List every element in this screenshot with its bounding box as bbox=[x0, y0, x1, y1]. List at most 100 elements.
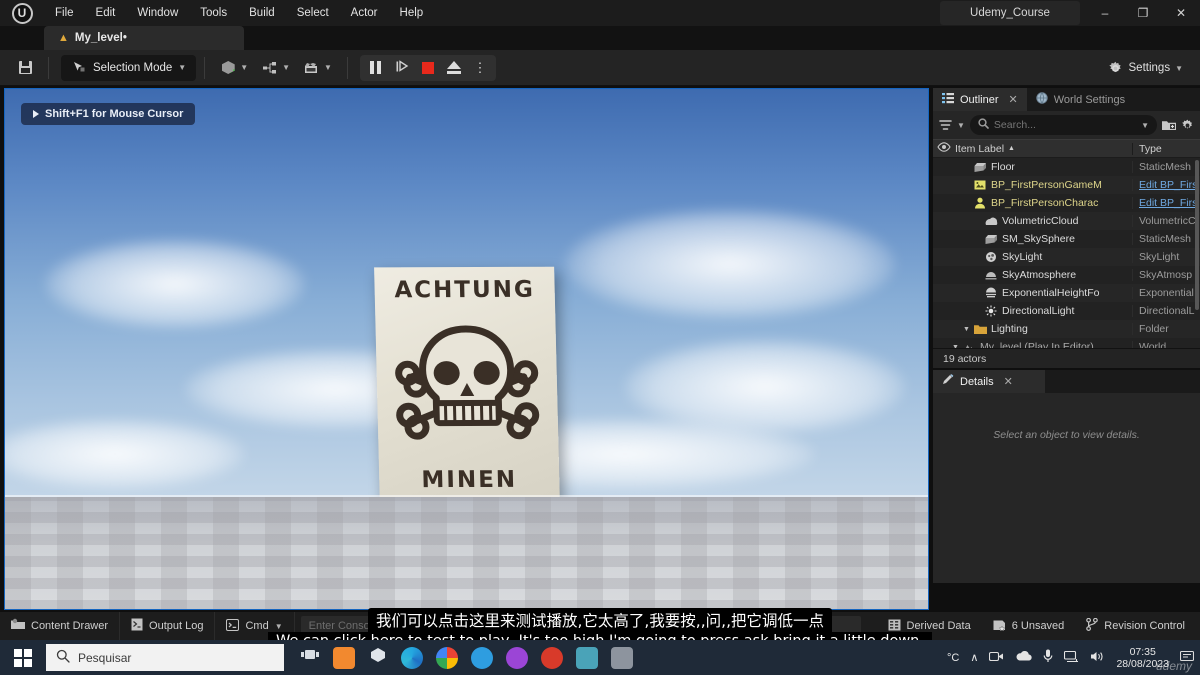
outliner-row-name: SkyAtmosphere bbox=[933, 269, 1132, 281]
more-options-button[interactable]: ⋮ bbox=[468, 57, 492, 79]
volume-icon[interactable] bbox=[1090, 650, 1105, 666]
menu-tools[interactable]: Tools bbox=[189, 3, 238, 23]
tab-world-settings[interactable]: World Settings bbox=[1026, 88, 1135, 111]
stop-button[interactable] bbox=[416, 57, 440, 79]
menu-help[interactable]: Help bbox=[389, 3, 435, 23]
windows-start-icon bbox=[14, 648, 32, 667]
maximize-button[interactable]: ❐ bbox=[1124, 0, 1162, 26]
onedrive-icon[interactable] bbox=[1015, 650, 1033, 665]
frame-step-button[interactable] bbox=[390, 57, 414, 79]
outliner-row[interactable]: SkyAtmosphere SkyAtmosp bbox=[933, 266, 1200, 284]
menu-select[interactable]: Select bbox=[286, 3, 340, 23]
show-hidden-icons-chevron[interactable]: ∧ bbox=[970, 651, 978, 664]
menu-window[interactable]: Window bbox=[126, 3, 189, 23]
task-view-icon[interactable] bbox=[300, 647, 320, 668]
new-folder-icon[interactable] bbox=[1162, 119, 1176, 131]
app-teal-icon[interactable] bbox=[576, 646, 598, 669]
level-tab[interactable]: ▲ My_level• bbox=[44, 26, 244, 50]
outliner-row[interactable]: BP_FirstPersonCharac Edit BP_Firs bbox=[933, 194, 1200, 212]
outliner-row-name: BP_FirstPersonCharac bbox=[933, 197, 1132, 209]
menu-edit[interactable]: Edit bbox=[85, 3, 127, 23]
outliner-row[interactable]: ▼ My_level (Play In Editor) World bbox=[933, 338, 1200, 348]
chevron-down-icon[interactable]: ▼ bbox=[275, 622, 283, 631]
selection-mode-dropdown[interactable]: Selection Mode ▼ bbox=[61, 54, 197, 81]
tab-world-settings-label: World Settings bbox=[1053, 93, 1126, 106]
close-button[interactable]: ✕ bbox=[1162, 0, 1200, 26]
eye-icon[interactable] bbox=[933, 142, 955, 155]
status-bar: Content Drawer Output Log Cmd ▼ Enter Co… bbox=[0, 612, 1200, 640]
chrome-icon[interactable] bbox=[436, 646, 458, 669]
minimize-button[interactable]: – bbox=[1086, 0, 1124, 26]
save-button[interactable] bbox=[10, 55, 40, 81]
menu-actor[interactable]: Actor bbox=[340, 3, 389, 23]
camera-icon[interactable] bbox=[989, 650, 1004, 666]
chevron-down-icon[interactable]: ▼ bbox=[957, 121, 965, 130]
outliner-edit-blueprint-link[interactable]: Edit BP_Firs bbox=[1132, 179, 1200, 191]
app-gray-icon[interactable] bbox=[611, 646, 633, 669]
main-toolbar: Selection Mode ▼ + ▼ ▼ ▼ ⋮ Settings ▼ bbox=[0, 50, 1200, 86]
eject-button[interactable] bbox=[442, 57, 466, 79]
outliner-row-label: Floor bbox=[991, 161, 1015, 173]
menu-file[interactable]: File bbox=[44, 3, 85, 23]
cinematics-button[interactable]: ▼ bbox=[297, 55, 339, 81]
blueprints-icon bbox=[262, 60, 278, 76]
menu-build[interactable]: Build bbox=[238, 3, 286, 23]
outliner-row[interactable]: Floor StaticMesh bbox=[933, 158, 1200, 176]
outliner-scrollbar[interactable] bbox=[1195, 160, 1199, 310]
console-command-placeholder: Enter Console Command bbox=[308, 620, 433, 632]
network-icon[interactable] bbox=[1064, 650, 1079, 666]
source-control-icon bbox=[1086, 617, 1099, 634]
app-blue-icon[interactable] bbox=[368, 645, 388, 670]
search-icon bbox=[978, 116, 989, 134]
chevron-down-icon[interactable]: ▼ bbox=[1141, 121, 1149, 130]
pause-icon bbox=[370, 61, 382, 74]
tab-outliner[interactable]: Outliner ✕ bbox=[933, 88, 1027, 111]
weather-temperature[interactable]: °C bbox=[947, 652, 959, 664]
outliner-row[interactable]: VolumetricCloud VolumetricC bbox=[933, 212, 1200, 230]
cmd-button[interactable]: Cmd ▼ bbox=[215, 612, 295, 640]
window-controls: – ❐ ✕ bbox=[1086, 0, 1200, 26]
console-command-input[interactable]: Enter Console Command bbox=[300, 616, 861, 636]
level-icon: ▲ bbox=[58, 32, 69, 44]
outliner-row[interactable]: DirectionalLight DirectionalL bbox=[933, 302, 1200, 320]
checkered-floor bbox=[5, 497, 928, 609]
start-button[interactable] bbox=[0, 640, 46, 675]
settings-button[interactable]: Settings ▼ bbox=[1099, 55, 1192, 81]
column-type[interactable]: Type bbox=[1132, 142, 1200, 155]
close-icon[interactable]: ✕ bbox=[1004, 375, 1013, 388]
close-icon[interactable]: ✕ bbox=[1009, 93, 1018, 106]
expander-icon[interactable]: ▼ bbox=[963, 326, 971, 333]
outliner-row[interactable]: BP_FirstPersonGameM Edit BP_Firs bbox=[933, 176, 1200, 194]
outliner-row-name: DirectionalLight bbox=[933, 305, 1132, 317]
content-drawer-button[interactable]: Content Drawer bbox=[0, 612, 121, 640]
column-item-label[interactable]: Item Label ▲ bbox=[955, 143, 1132, 155]
expander-icon[interactable]: ▼ bbox=[952, 344, 960, 349]
pause-button[interactable] bbox=[364, 57, 388, 79]
level-viewport[interactable]: ACHTUNG MINEN Shift+F1 for Mouse Cursor bbox=[4, 88, 929, 610]
app-red-icon[interactable] bbox=[541, 646, 563, 669]
edge-icon[interactable] bbox=[401, 646, 423, 669]
tab-details[interactable]: Details ✕ bbox=[933, 370, 1045, 393]
search-input[interactable]: Search... ▼ bbox=[969, 115, 1157, 135]
derived-data-button[interactable]: Derived Data bbox=[877, 612, 982, 640]
add-actor-button[interactable]: + ▼ bbox=[213, 55, 255, 81]
app-purple-icon[interactable] bbox=[506, 646, 528, 669]
revision-control-button[interactable]: Revision Control bbox=[1075, 612, 1196, 640]
microphone-icon[interactable] bbox=[1043, 649, 1053, 666]
output-log-button[interactable]: Output Log bbox=[120, 612, 216, 640]
app-orange-icon[interactable] bbox=[333, 646, 355, 669]
outliner-row[interactable]: ▼ Lighting Folder bbox=[933, 320, 1200, 338]
outliner-panel: ▼ Search... ▼ Item Label ▲ Type Floor St… bbox=[933, 111, 1200, 368]
outliner-row[interactable]: SM_SkySphere StaticMesh bbox=[933, 230, 1200, 248]
filter-icon[interactable] bbox=[939, 119, 952, 132]
outliner-row[interactable]: ExponentialHeightFo Exponential bbox=[933, 284, 1200, 302]
outliner-edit-blueprint-link[interactable]: Edit BP_Firs bbox=[1132, 197, 1200, 209]
app-cyan-icon[interactable] bbox=[471, 646, 493, 669]
unsaved-button[interactable]: 6 Unsaved bbox=[982, 612, 1076, 640]
gear-icon[interactable] bbox=[1181, 119, 1194, 132]
taskbar-search-input[interactable]: Pesquisar bbox=[46, 644, 284, 671]
blueprints-button[interactable]: ▼ bbox=[255, 55, 297, 81]
outliner-row-type: SkyAtmosp bbox=[1132, 269, 1200, 281]
outliner-row[interactable]: SkyLight SkyLight bbox=[933, 248, 1200, 266]
outliner-tree[interactable]: Floor StaticMesh BP_FirstPersonGameM Edit B… bbox=[933, 158, 1200, 348]
